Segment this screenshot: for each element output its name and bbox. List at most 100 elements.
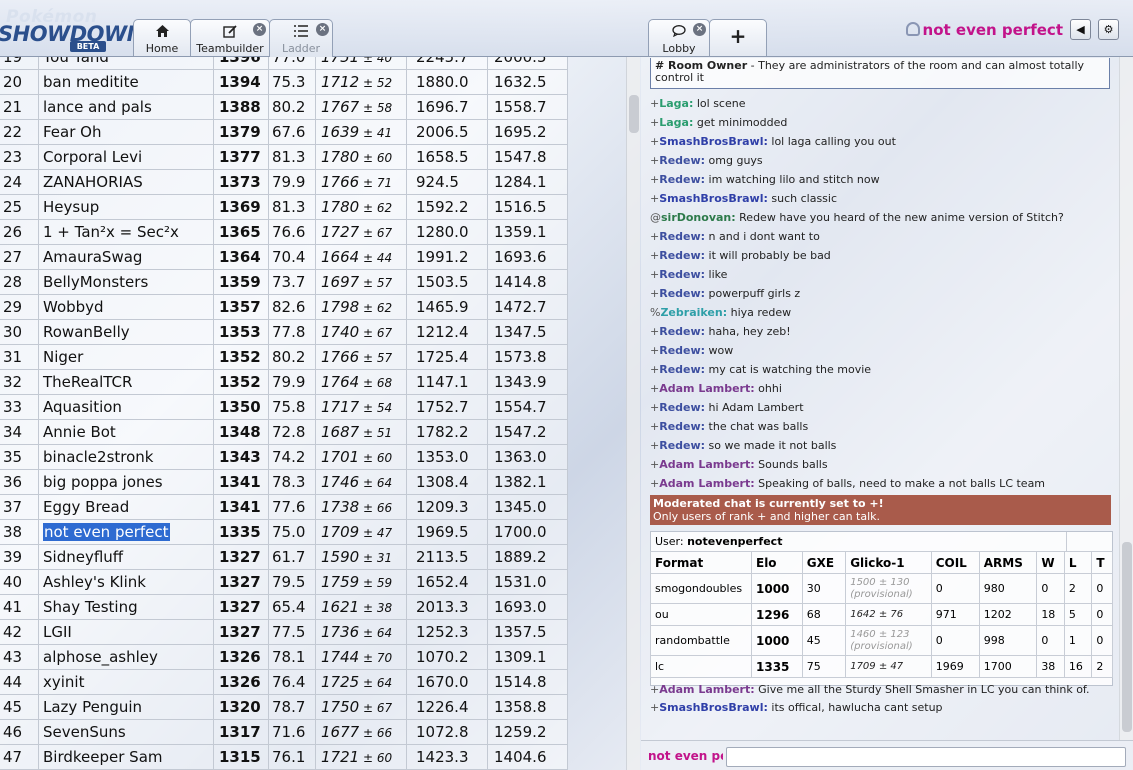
player-name[interactable]: Eggy Bread [43,498,129,516]
table-row[interactable]: 46 SevenSuns 1317 71.6 1677 ± 66 1072.8 1259.2 [0,719,568,745]
chat-username[interactable]: SmashBrosBrawl: [659,135,768,148]
chat-username[interactable]: Redew: [659,401,705,414]
player-name[interactable]: You Yand [43,57,109,66]
table-row[interactable]: 47 Birdkeeper Sam 1315 76.1 1721 ± 60 1423.3 1… [0,744,568,770]
player-name-cell[interactable]: Eggy Bread [38,494,214,520]
player-name[interactable]: Wobbyd [43,298,104,316]
table-row[interactable]: 33 Aquasition 1350 75.8 1717 ± 54 1752.7 1554.… [0,394,568,420]
table-row[interactable]: 32 TheRealTCR 1352 79.9 1764 ± 68 1147.1 1343.… [0,369,568,395]
chat-username[interactable]: SmashBrosBrawl: [659,192,768,205]
player-name-cell[interactable]: Niger [38,344,214,370]
chat-username[interactable]: Laga: [659,116,693,129]
chat-scrollbar-thumb[interactable] [1122,542,1132,732]
player-name[interactable]: RowanBelly [43,323,130,341]
table-row[interactable]: 31 Niger 1352 80.2 1766 ± 57 1725.4 1573.8 [0,344,568,370]
table-row[interactable]: 40 Ashley's Klink 1327 79.5 1759 ± 59 1652.4 1… [0,569,568,595]
player-name[interactable]: binacle2stronk [43,448,153,466]
player-name-cell[interactable]: Lazy Penguin [38,694,214,720]
player-name-cell[interactable]: BellyMonsters [38,269,214,295]
player-name-cell[interactable]: Shay Testing [38,594,214,620]
tab-lobby[interactable]: Lobby × [648,19,710,56]
player-name[interactable]: lance and pals [43,98,152,116]
table-row[interactable]: 19 You Yand 1396 77.0 1751 ± 40 2245.7 2000.5 [0,57,568,70]
close-icon[interactable]: × [316,23,329,36]
chat-username[interactable]: SmashBrosBrawl: [659,701,768,714]
showdown-logo[interactable]: Pokémon SHOWDOWN BETA [0,6,144,52]
player-name-cell[interactable]: Heysup [38,194,214,220]
chat-username[interactable]: sirDonovan: [661,211,736,224]
player-name-cell[interactable]: binacle2stronk [38,444,214,470]
table-row[interactable]: 28 BellyMonsters 1359 73.7 1697 ± 57 1503.5 14… [0,269,568,295]
table-row[interactable]: 30 RowanBelly 1353 77.8 1740 ± 67 1212.4 1347.… [0,319,568,345]
player-name[interactable]: alphose_ashley [43,648,158,666]
player-name-cell[interactable]: Wobbyd [38,294,214,320]
table-row[interactable]: 43 alphose_ashley 1326 78.1 1744 ± 70 1070.2 1… [0,644,568,670]
player-name-cell[interactable]: Sidneyfluff [38,544,214,570]
chat-input-username[interactable]: not even pe [648,749,723,763]
player-name[interactable]: TheRealTCR [43,373,132,391]
player-name[interactable]: AmauraSwag [43,248,142,266]
player-name[interactable]: Lazy Penguin [43,698,142,716]
player-name[interactable]: Heysup [43,198,99,216]
table-row[interactable]: 21 lance and pals 1388 80.2 1767 ± 58 1696.7 1… [0,94,568,120]
player-name[interactable]: ban meditite [43,73,139,91]
table-row[interactable]: 39 Sidneyfluff 1327 61.7 1590 ± 31 2113.5 1889… [0,544,568,570]
tab-ladder[interactable]: Ladder × [269,19,333,57]
tab-teambuilder[interactable]: Teambuilder × [190,19,270,56]
chat-username[interactable]: Redew: [659,268,705,281]
player-name-cell[interactable]: 1 + Tan²x = Sec²x [38,219,214,245]
table-row[interactable]: 27 AmauraSwag 1364 70.4 1664 ± 44 1991.2 1693.… [0,244,568,270]
chat-username[interactable]: Adam Lambert: [659,458,754,471]
player-name-cell[interactable]: Ashley's Klink [38,569,214,595]
player-name[interactable]: Niger [43,348,83,366]
player-name-cell[interactable]: Fear Oh [38,119,214,145]
player-name-cell[interactable]: Annie Bot [38,419,214,445]
player-name-cell[interactable]: lance and pals [38,94,214,120]
player-name-cell[interactable]: TheRealTCR [38,369,214,395]
player-name[interactable]: xyinit [43,673,84,691]
table-row[interactable]: 23 Corporal Levi 1377 81.3 1780 ± 60 1658.5 15… [0,144,568,170]
player-name[interactable]: big poppa jones [43,473,163,491]
chat-username[interactable]: Redew: [659,325,705,338]
player-name[interactable]: Corporal Levi [43,148,142,166]
player-name[interactable]: ZANAHORIAS [43,173,143,191]
player-name[interactable]: Fear Oh [43,123,101,141]
player-name-cell[interactable]: not even perfect [38,519,214,545]
table-row[interactable]: 25 Heysup 1369 81.3 1780 ± 62 1592.2 1516.5 [0,194,568,220]
table-row[interactable]: 44 xyinit 1326 76.4 1725 ± 64 1670.0 1514.8 [0,669,568,695]
player-name-cell[interactable]: ZANAHORIAS [38,169,214,195]
player-name-cell[interactable]: Corporal Levi [38,144,214,170]
table-row[interactable]: 36 big poppa jones 1341 78.3 1746 ± 64 1308.4… [0,469,568,495]
chat-username[interactable]: Adam Lambert: [659,382,754,395]
chat-scrollbar[interactable] [1119,57,1133,740]
player-name[interactable]: Aquasition [43,398,122,416]
table-row[interactable]: 20 ban meditite 1394 75.3 1712 ± 52 1880.0 163… [0,69,568,95]
table-row[interactable]: 38 not even perfect 1335 75.0 1709 ± 47 1969.… [0,519,568,545]
chat-username[interactable]: Redew: [659,173,705,186]
chat-username[interactable]: Adam Lambert: [659,683,754,696]
table-row[interactable]: 29 Wobbyd 1357 82.6 1798 ± 62 1465.9 1472.7 [0,294,568,320]
player-name[interactable]: LGII [43,623,72,641]
chat-input[interactable] [726,747,1126,767]
player-name-cell[interactable]: SevenSuns [38,719,214,745]
player-name[interactable]: BellyMonsters [43,273,148,291]
sound-button[interactable]: ◀ [1070,19,1091,40]
table-row[interactable]: 42 LGII 1327 77.5 1736 ± 64 1252.3 1357.5 [0,619,568,645]
table-row[interactable]: 22 Fear Oh 1379 67.6 1639 ± 41 2006.5 1695.2 [0,119,568,145]
table-row[interactable]: 37 Eggy Bread 1341 77.6 1738 ± 66 1209.3 1345.… [0,494,568,520]
table-row[interactable]: 35 binacle2stronk 1343 74.2 1701 ± 60 1353.0 1… [0,444,568,470]
chat-username[interactable]: Redew: [659,344,705,357]
player-name[interactable]: 1 + Tan²x = Sec²x [43,223,179,241]
player-name[interactable]: Birdkeeper Sam [43,748,163,766]
ladder-scrollbar-thumb[interactable] [629,95,639,133]
player-name[interactable]: Annie Bot [43,423,116,441]
chat-username[interactable]: Redew: [659,249,705,262]
ladder-scrollbar[interactable] [626,57,640,770]
chat-username[interactable]: Redew: [659,439,705,452]
player-name-cell[interactable]: ban meditite [38,69,214,95]
chat-username[interactable]: Zebraiken: [660,306,727,319]
player-name-cell[interactable]: alphose_ashley [38,644,214,670]
chat-username[interactable]: Redew: [659,420,705,433]
player-name-cell[interactable]: LGII [38,619,214,645]
chat-username[interactable]: Redew: [659,154,705,167]
